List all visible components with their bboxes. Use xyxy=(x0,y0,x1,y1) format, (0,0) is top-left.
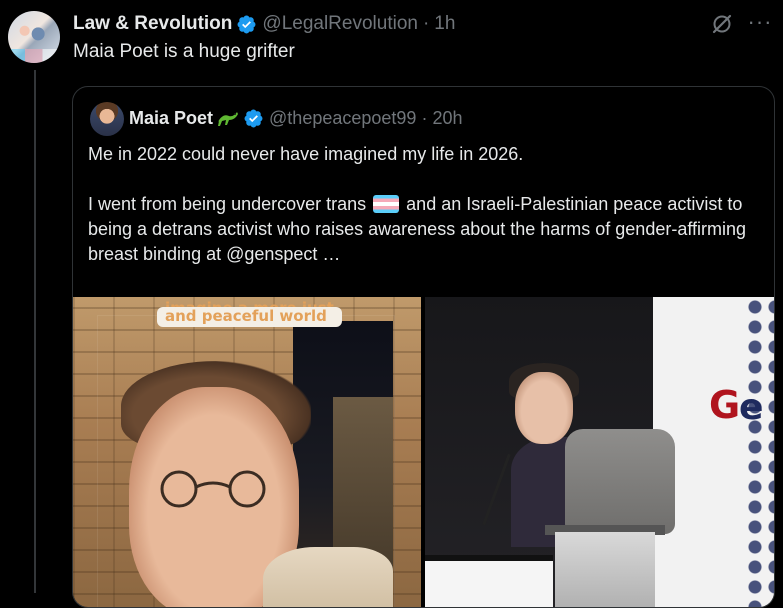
shirt xyxy=(263,547,393,607)
timestamp[interactable]: 1h xyxy=(434,13,455,35)
user-avatar[interactable] xyxy=(8,11,60,63)
quoted-tweet-header: Maia Poet @thepeacepoet99 · 20h xyxy=(129,105,462,131)
podium xyxy=(555,532,655,607)
tweet-header: Law & Revolution @LegalRevolution · 1h xyxy=(73,11,455,37)
speaker-face xyxy=(515,372,573,444)
quoted-author-handle[interactable]: @thepeacepoet99 xyxy=(269,108,416,129)
media-image-right[interactable]: G e xyxy=(425,297,774,607)
story-caption-top: imagine a more just xyxy=(165,298,334,307)
verified-badge-icon xyxy=(237,15,256,33)
separator-dot: · xyxy=(422,13,430,34)
author-name[interactable]: Law & Revolution xyxy=(73,13,232,35)
glasses-icon xyxy=(160,470,266,508)
quoted-tweet[interactable]: Maia Poet @thepeacepoet99 · 20h Me in 20… xyxy=(72,86,775,608)
quoted-paragraph-2: I went from being undercover trans and a… xyxy=(88,192,760,267)
more-options-icon[interactable]: ··· xyxy=(745,8,775,38)
genspect-logo-g: G xyxy=(709,383,741,427)
quoted-paragraph-1: Me in 2022 could never have imagined my … xyxy=(88,144,524,164)
story-caption-text: and peaceful world xyxy=(165,307,327,325)
quoted-tweet-body: Me in 2022 could never have imagined my … xyxy=(88,142,760,267)
verified-badge-icon xyxy=(244,109,263,127)
breast-binder xyxy=(565,429,675,534)
separator-dot: · xyxy=(421,107,428,128)
quoted-author-name[interactable]: Maia Poet xyxy=(129,108,213,129)
grok-icon[interactable] xyxy=(710,12,734,36)
quoted-paragraph-2-start: I went from being undercover trans xyxy=(88,194,367,214)
author-handle[interactable]: @LegalRevolution xyxy=(262,13,418,35)
media-image-left[interactable]: imagine a more just and peaceful world xyxy=(73,297,421,607)
quoted-author-avatar[interactable] xyxy=(90,102,124,136)
story-caption: imagine a more just and peaceful world xyxy=(157,299,342,327)
stars-pattern xyxy=(745,297,774,607)
monitor-screen xyxy=(425,555,553,607)
tweet-text: Maia Poet is a huge grifter xyxy=(73,41,295,62)
genspect-logo-e: e xyxy=(739,387,764,428)
lizard-emoji-icon xyxy=(218,112,239,126)
thread-line xyxy=(34,70,36,593)
transgender-flag-emoji-icon xyxy=(373,195,400,213)
quoted-timestamp[interactable]: 20h xyxy=(432,108,462,129)
